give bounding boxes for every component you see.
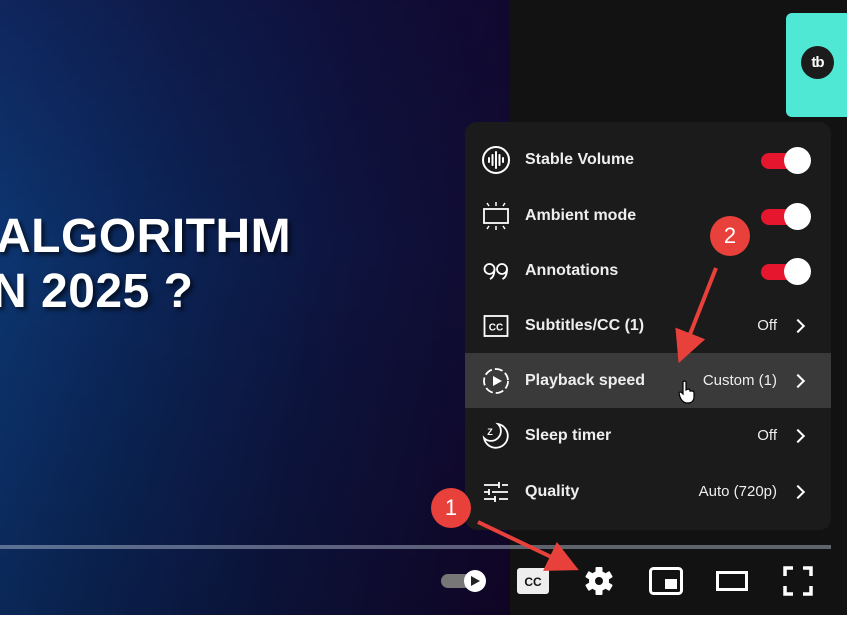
step-badge-1: 1: [431, 488, 471, 528]
arrow-to-settings: [477, 520, 579, 571]
hand-cursor-icon: [678, 380, 695, 404]
arrow-to-playback-speed: [675, 267, 718, 364]
annotation-arrows: [477, 267, 718, 571]
step-badge-2: 2: [710, 216, 750, 256]
